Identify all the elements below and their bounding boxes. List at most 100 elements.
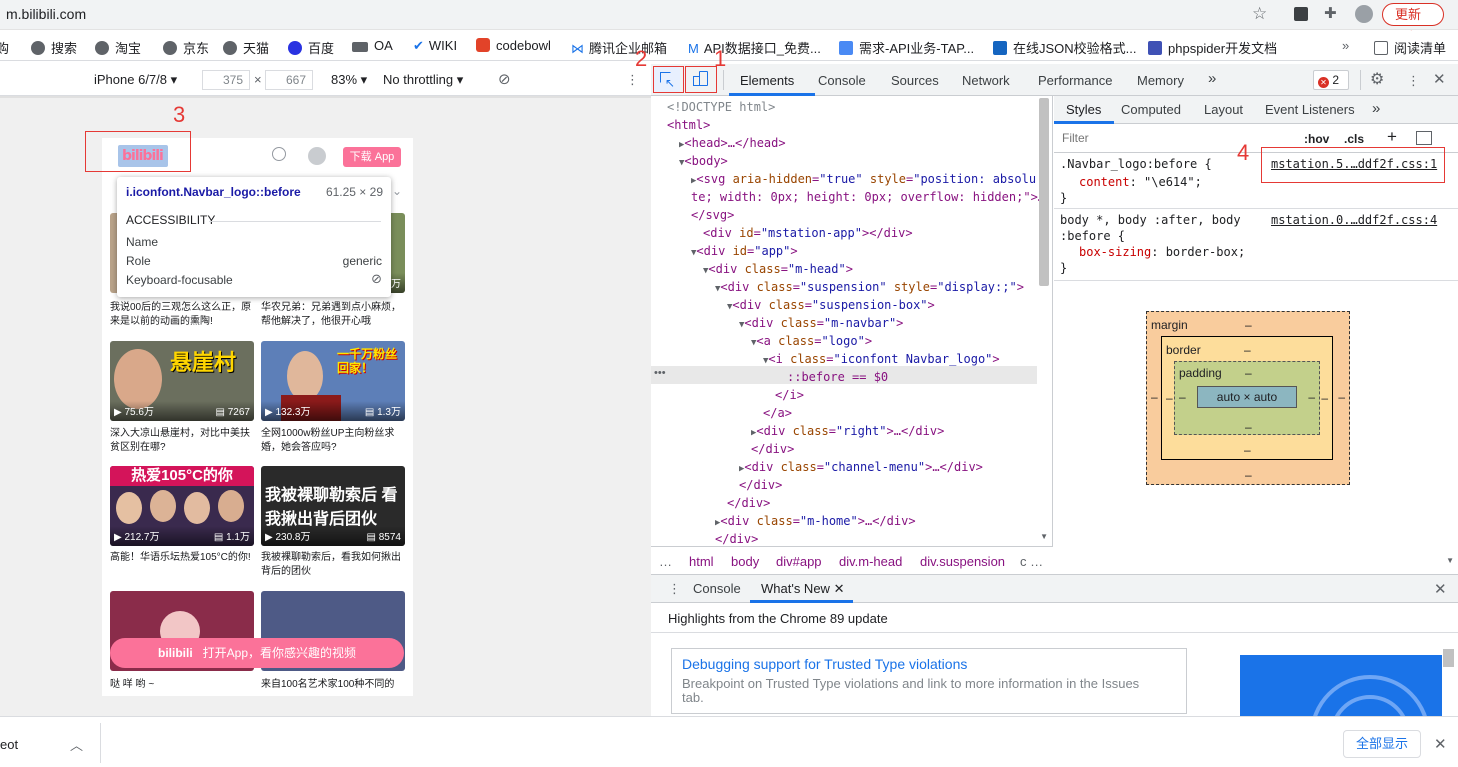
video-title[interactable]: 华农兄弟：兄弟遇到点小麻烦，帮他解决了，他很开心哦 [261,301,407,329]
extension-icon[interactable] [1294,7,1308,21]
breadcrumb-more-icon[interactable]: c … [1020,554,1043,569]
dom-node-line[interactable]: ▶<head>…</head> [679,134,786,154]
dom-node-line[interactable]: te; width: 0px; height: 0px; overflow: h… [691,188,1045,206]
zoom-select[interactable]: 83% ▾ [331,72,367,88]
tab-elements[interactable]: Elements [740,73,794,88]
open-app-banner[interactable]: bilibili 打开App，看你感兴趣的视频 [110,638,404,668]
breadcrumb-item[interactable]: div#app [776,554,822,569]
rule-selector[interactable]: :before { [1060,229,1125,243]
breadcrumb-item[interactable]: div.m-head [839,554,902,569]
dom-node-line[interactable]: ▼<a class="logo"> [751,332,872,352]
dom-node-line[interactable]: </svg> [691,206,734,224]
bookmark-item[interactable]: 搜索 [31,38,77,57]
chevron-up-icon[interactable]: ︿ [70,735,83,754]
download-item-name[interactable]: eot [0,737,18,752]
gear-icon[interactable]: ⚙ [1370,69,1384,89]
dom-node-line[interactable]: ::before == $0 [787,368,888,386]
card-title[interactable]: Debugging support for Trusted Type viola… [682,656,967,672]
video-thumbnail[interactable]: 悬崖村 ▶ 75.6万 ▤ 7267 [110,341,254,421]
dom-node-line[interactable]: </div> [751,440,794,458]
error-badge[interactable]: ✕ 2 [1313,70,1349,90]
dom-scrollbar[interactable] [1039,98,1049,286]
puzzle-icon[interactable]: ✚ [1324,4,1337,22]
dom-node-line[interactable]: </div> [727,494,770,512]
star-icon[interactable]: ☆ [1252,4,1267,24]
dom-node-line[interactable]: </div> [715,530,758,546]
drawer-scrollbar[interactable] [1443,649,1454,667]
bookmark-item[interactable]: 购 [0,38,9,57]
rule-declaration[interactable]: box-sizing: border-box; [1079,245,1245,259]
bookmark-item[interactable]: ⋈ 腾讯企业邮箱 [571,38,667,57]
video-title[interactable]: 我被裸聊勒索后，看我如何揪出背后的团伙 [261,551,407,579]
show-all-button[interactable]: 全部显示 [1343,730,1421,758]
close-download-bar-icon[interactable]: ✕ [1434,735,1447,753]
video-thumbnail[interactable]: 一千万粉丝回家！ ▶ 132.3万 ▤ 1.3万 [261,341,405,421]
dom-node-line[interactable]: ▼<i class="iconfont Navbar_logo"> [763,350,1000,370]
tab-performance[interactable]: Performance [1038,73,1112,88]
tab-computed[interactable]: Computed [1121,102,1181,117]
drawer-tab-whats-new[interactable]: What's New ✕ [761,581,844,597]
styles-filter-input[interactable] [1058,128,1292,148]
more-icon[interactable]: ⋮ [1407,73,1420,89]
dom-node-line[interactable]: <div id="mstation-app"></div> [703,224,913,242]
dom-node-line[interactable]: <html> [667,116,710,134]
rule-selector[interactable]: body *, body :after, body [1060,213,1241,227]
dom-node-line[interactable]: ▼<div class="m-head"> [703,260,853,280]
bookmark-item[interactable]: 在线JSON校验格式... [993,38,1137,57]
bookmark-item[interactable]: phpspider开发文档 [1148,38,1277,57]
dom-node-line[interactable]: </a> [763,404,792,422]
url-field[interactable]: m.bilibili.com [6,6,86,22]
dom-node-line[interactable]: ▶<svg aria-hidden="true" style="position… [691,170,1036,190]
whats-new-card[interactable]: Debugging support for Trusted Type viola… [671,648,1187,714]
bookmark-item[interactable]: M API数据接口_免费... [688,38,821,57]
rule-selector[interactable]: .Navbar_logo:before { [1060,157,1212,171]
dom-node-line[interactable]: ▶<div class="m-home">…</div> [715,512,916,532]
drawer-menu-icon[interactable]: ⋮ [668,581,681,597]
dom-node-line[interactable]: ▶<div class="channel-menu">…</div> [739,458,983,478]
video-title[interactable]: 高能！华语乐坛热爱105°C的你! [110,551,256,565]
dom-node-line[interactable]: </div> [739,476,782,494]
chevron-down-icon[interactable]: ⌄ [392,184,402,198]
bookmark-item[interactable]: ✔ WIKI [413,38,457,54]
dom-node-line[interactable]: ▼<body> [679,152,728,172]
video-title[interactable]: 哒 咩 哟 ~ [110,678,256,692]
device-select[interactable]: iPhone 6/7/8 ▾ [94,72,177,88]
close-devtools-icon[interactable]: ✕ [1433,70,1446,88]
tab-styles[interactable]: Styles [1066,102,1101,117]
breadcrumb-item[interactable]: body [731,554,759,569]
breadcrumb-more-icon[interactable]: … [659,554,672,569]
update-button[interactable]: 更新⋮ [1382,3,1444,43]
rotate-icon[interactable]: ⊘ [498,70,511,88]
bookmark-item[interactable]: codebowl [476,38,551,53]
user-avatar-icon[interactable] [308,147,326,165]
scroll-down-icon[interactable]: ▼ [1446,556,1454,565]
breadcrumb-item[interactable]: html [689,554,714,569]
reading-list[interactable]: 阅读清单 [1374,38,1446,57]
width-input[interactable]: 375 [202,70,250,90]
tab-sources[interactable]: Sources [891,73,939,88]
avatar-icon[interactable] [1355,5,1373,23]
bookmark-item[interactable]: OA [352,38,393,53]
rule-declaration[interactable]: content: "\e614"; [1079,175,1202,189]
video-title[interactable]: 来自100名艺术家100种不同的 [261,678,407,692]
row-menu-icon[interactable]: ••• [654,367,666,379]
bookmark-item[interactable]: 天猫 [223,38,269,57]
hover-toggle[interactable]: :hov [1304,132,1329,146]
tab-layout[interactable]: Layout [1204,102,1243,117]
tab-event-listeners[interactable]: Event Listeners [1265,102,1355,117]
throttling-select[interactable]: No throttling ▾ [383,72,463,88]
tab-network[interactable]: Network [962,73,1010,88]
bookmark-item[interactable]: 京东 [163,38,209,57]
dom-node-line[interactable]: </i> [775,386,804,404]
dom-node-line[interactable]: ▼<div class="suspension-box"> [727,296,935,316]
dom-node-line[interactable]: ▼<div id="app"> [691,242,798,262]
tab-console[interactable]: Console [818,73,866,88]
more-options-icon[interactable]: ⋮ [626,72,639,88]
add-rule-icon[interactable]: + [1387,127,1397,147]
video-title[interactable]: 我说00后的三观怎么这么正，原来是以前的动画的熏陶! [110,301,256,329]
class-toggle[interactable]: .cls [1344,132,1364,146]
dom-node-line[interactable]: ▶<div class="right">…</div> [751,422,944,442]
bookmark-item[interactable]: 百度 [288,38,334,57]
more-tabs-icon[interactable]: » [1372,100,1380,117]
height-input[interactable]: 667 [265,70,313,90]
